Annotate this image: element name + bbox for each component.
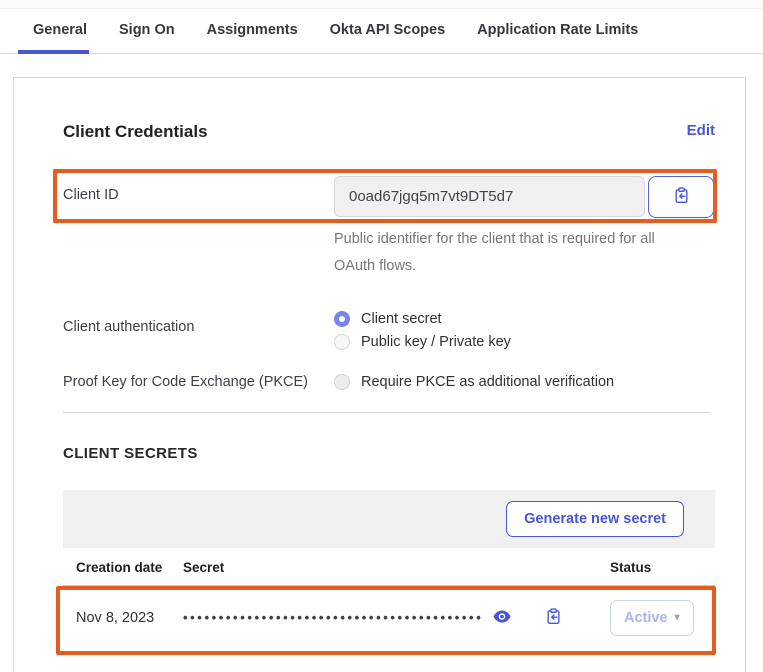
table-row: Nov 8, 2023 ••••••••••••••••••••••••••••… [63,585,715,650]
client-authentication-label: Client authentication [63,308,334,335]
chevron-down-icon: ▾ [675,612,680,623]
generate-new-secret-button[interactable]: Generate new secret [506,501,684,537]
client-secrets-toolbar: Generate new secret [63,490,715,548]
clipboard-copy-icon [673,187,690,207]
client-id-group: 0oad67jgq5m7vt9DT5d7 [334,176,715,218]
window-top-strip [0,0,763,9]
tab-okta-api-scopes[interactable]: Okta API Scopes [330,9,446,53]
option-client-secret-label: Client secret [361,311,442,327]
pkce-row: Proof Key for Code Exchange (PKCE) Requi… [63,374,715,390]
option-public-private-key-label: Public key / Private key [361,334,511,350]
pkce-option-label: Require PKCE as additional verification [361,374,614,390]
masked-secret-value: ••••••••••••••••••••••••••••••••••••••••… [183,610,483,625]
app-tab-bar: General Sign On Assignments Okta API Sco… [0,9,763,54]
status-badge: Active [624,610,668,626]
table-header-row: Creation date Secret Status [63,548,715,586]
client-credentials-header: Client Credentials Edit [63,122,715,142]
tab-sign-on[interactable]: Sign On [119,9,175,53]
header-secret: Secret [183,548,610,586]
status-dropdown-button[interactable]: Active ▾ [610,600,694,636]
tab-general[interactable]: General [33,9,87,53]
pkce-option[interactable]: Require PKCE as additional verification [334,374,614,390]
pkce-label: Proof Key for Code Exchange (PKCE) [63,374,334,390]
client-id-label: Client ID [63,176,334,203]
section-divider [63,412,710,413]
header-creation-date: Creation date [63,548,183,586]
clipboard-copy-icon [545,608,562,628]
header-status: Status [610,548,715,586]
section-title: Client Credentials [63,122,208,142]
client-id-field[interactable]: 0oad67jgq5m7vt9DT5d7 [334,176,645,217]
copy-client-id-button[interactable] [648,176,714,218]
tab-application-rate-limits[interactable]: Application Rate Limits [477,9,638,53]
edit-button[interactable]: Edit [687,122,715,139]
status-cell: Active ▾ [610,585,715,650]
client-authentication-row: Client authentication Client secret Publ… [63,308,715,350]
secret-cell: ••••••••••••••••••••••••••••••••••••••••… [183,585,610,650]
creation-date-cell: Nov 8, 2023 [63,585,183,650]
client-id-help-text: Public identifier for the client that is… [334,226,686,280]
eye-icon [493,610,511,626]
reveal-secret-button[interactable] [493,610,511,626]
option-public-private-key[interactable]: Public key / Private key [334,334,511,350]
client-credentials-card: Client Credentials Edit Client ID 0oad67… [13,77,746,672]
tab-assignments[interactable]: Assignments [207,9,298,53]
radio-unselected-icon[interactable] [334,334,350,350]
option-client-secret[interactable]: Client secret [334,311,511,327]
radio-selected-icon[interactable] [334,311,350,327]
client-secrets-panel: Generate new secret Creation date Secret… [63,490,715,650]
checkbox-unchecked-icon[interactable] [334,374,350,390]
client-secrets-table: Creation date Secret Status Nov 8, 2023 … [63,548,715,650]
copy-secret-button[interactable] [545,608,562,628]
client-authentication-options: Client secret Public key / Private key [334,308,511,350]
client-id-row: Client ID 0oad67jgq5m7vt9DT5d7 [63,176,715,218]
client-secrets-title: CLIENT SECRETS [63,445,715,462]
